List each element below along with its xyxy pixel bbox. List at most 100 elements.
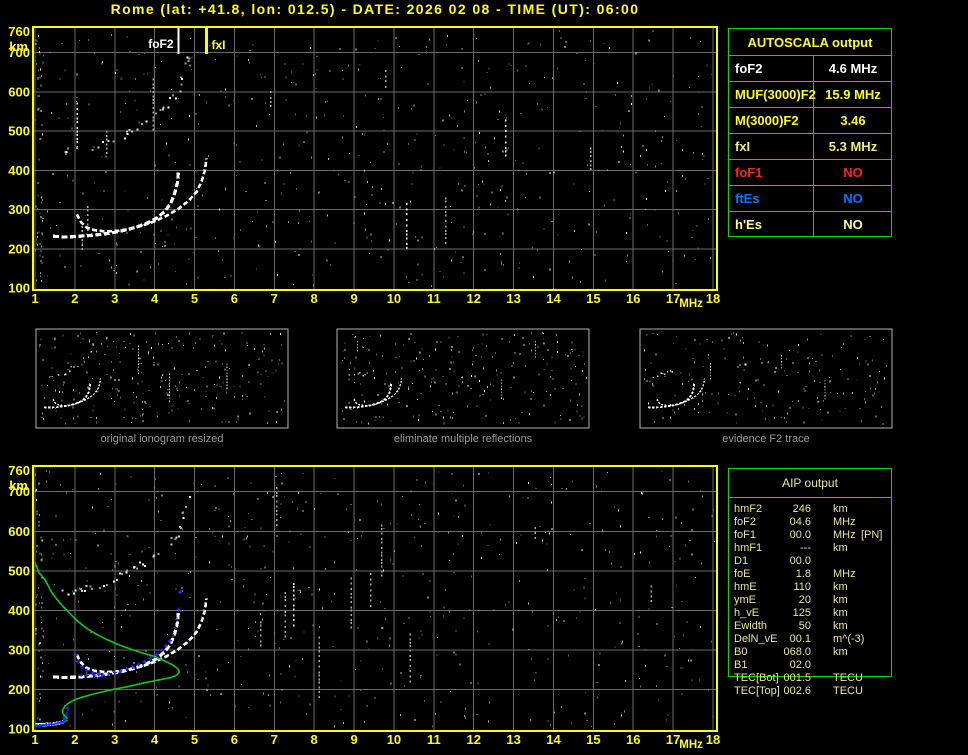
panel-caption-original: original ionogram resized: [100, 433, 224, 445]
param-value: 15.9 MHz: [825, 87, 881, 102]
aip-row-foe: foE 1.8 MHz: [729, 568, 893, 581]
svg-text:km: km: [9, 39, 28, 54]
param-unit: km: [833, 594, 848, 606]
aip-row-hve: h_vE 125 km: [729, 607, 893, 620]
svg-text:3: 3: [111, 732, 118, 747]
param-label: B1: [734, 659, 748, 671]
svg-text:4: 4: [151, 291, 159, 306]
plot-border: [32, 26, 718, 291]
autoscala-row-fxi: fxI 5.3 MHz: [729, 134, 891, 160]
param-unit: MHz: [833, 529, 856, 541]
autoscala-row-fof1: foF1 NO: [729, 160, 891, 186]
param-unit: km: [833, 646, 848, 658]
svg-text:760: 760: [8, 24, 30, 39]
aip-row-ewidth: Ewidth 50 km: [729, 620, 893, 633]
param-unit: TECU: [833, 685, 863, 697]
param-value: 00.1: [789, 633, 811, 645]
svg-text:500: 500: [8, 563, 30, 578]
param-label: hmF1: [734, 542, 763, 554]
param-label: D1: [734, 555, 749, 567]
panel-caption-eliminate: eliminate multiple reflections: [393, 433, 533, 445]
panel-second-hop: [652, 370, 673, 379]
param-value: ---: [800, 542, 811, 554]
svg-text:15: 15: [586, 291, 600, 306]
mini-panel-original: [35, 328, 289, 429]
autoscala-screen: { "title": "Rome (lat: +41.8, lon: 012.5…: [0, 0, 968, 755]
autoscala-row-ftes: ftEs NO: [729, 186, 891, 212]
param-label: Ewidth: [734, 620, 768, 632]
svg-text:200: 200: [8, 241, 30, 256]
param-label: foF1: [734, 529, 757, 541]
param-value: 20: [798, 594, 811, 606]
svg-text:18: 18: [706, 732, 720, 747]
svg-text:5: 5: [191, 732, 198, 747]
param-unit: TECU: [833, 672, 863, 684]
svg-text:2: 2: [71, 732, 78, 747]
svg-text:14: 14: [546, 291, 561, 306]
aip-row-hme: hmE 110 km: [729, 581, 893, 594]
f2-traces: [35, 598, 208, 727]
param-extra: [PN]: [861, 529, 883, 541]
svg-text:10: 10: [387, 291, 401, 306]
aip-row-yme: ymE 20 km: [729, 594, 893, 607]
param-value: 5.3 MHz: [828, 139, 878, 154]
param-label: foF2: [734, 516, 757, 528]
param-value: 002.6: [783, 685, 811, 697]
param-unit: MHz: [833, 516, 856, 528]
frequency-markers: foF2 fxI: [148, 28, 226, 54]
param-label: foE: [734, 568, 751, 580]
svg-text:760: 760: [8, 463, 30, 478]
panel-o-trace: [44, 382, 92, 409]
svg-text:500: 500: [8, 124, 30, 139]
svg-text:5: 5: [191, 291, 198, 306]
param-label: foF2: [735, 61, 763, 76]
panel-o-trace: [648, 382, 696, 409]
svg-text:11: 11: [427, 732, 441, 747]
panel-second-hop: [348, 370, 375, 377]
svg-text:4: 4: [151, 732, 159, 747]
second-hop-trace: [61, 496, 191, 596]
svg-text:8: 8: [311, 732, 318, 747]
mini-panel-evidence-f2: [639, 328, 893, 429]
svg-text:17: 17: [666, 732, 680, 747]
electron-density-profile: [34, 562, 181, 727]
svg-text:13: 13: [506, 732, 520, 747]
autoscala-table-title: AUTOSCALA output: [729, 29, 891, 56]
second-hop-trace: [64, 56, 191, 154]
param-value: 3.46: [840, 113, 866, 128]
param-label: fxI: [735, 139, 751, 154]
param-value: 246: [792, 503, 811, 515]
panel-o-trace: [345, 382, 393, 409]
aip-row-fof2: foF2 04.6 MHz: [729, 516, 893, 529]
panel-noise: [341, 332, 587, 425]
param-unit: km: [833, 620, 848, 632]
svg-text:100: 100: [8, 722, 30, 737]
svg-text:1: 1: [31, 732, 38, 747]
param-unit: km: [833, 542, 848, 554]
autoscala-row-m3000f2: M(3000)F2 3.46: [729, 108, 891, 134]
param-value: 00.0: [789, 555, 811, 567]
panel-x-trace: [52, 378, 102, 407]
svg-text:6: 6: [231, 291, 238, 306]
aip-output-table: AIP output hmF2 246 km foF2 04.6 MHz foF1 00.0 M…: [728, 468, 893, 697]
panel-border: [639, 328, 893, 429]
param-label: h_vE: [734, 607, 760, 619]
autoscala-output-table: AUTOSCALA output foF2 4.6 MHz MUF(3000)F2 1…: [728, 28, 892, 237]
svg-text:16: 16: [626, 291, 640, 306]
fxI-marker-label: fxI: [211, 38, 225, 52]
param-value: 02.0: [789, 659, 811, 671]
param-label: M(3000)F2: [735, 113, 799, 128]
svg-text:600: 600: [8, 84, 30, 99]
svg-text:7: 7: [271, 291, 278, 306]
param-value: NO: [843, 191, 863, 206]
svg-text:15: 15: [586, 732, 600, 747]
svg-text:2: 2: [71, 291, 78, 306]
top-ionogram-plot: foF2 fxI760700600500400300200100km1 2 3 4 5 6 7…: [8, 24, 720, 310]
svg-text:6: 6: [231, 732, 238, 747]
param-value: 4.6 MHz: [828, 61, 878, 76]
svg-text:10: 10: [387, 732, 401, 747]
aip-table-title: AIP output: [729, 469, 891, 498]
param-unit: km: [833, 581, 848, 593]
param-unit: km: [833, 503, 848, 515]
param-unit: MHz: [833, 568, 856, 580]
